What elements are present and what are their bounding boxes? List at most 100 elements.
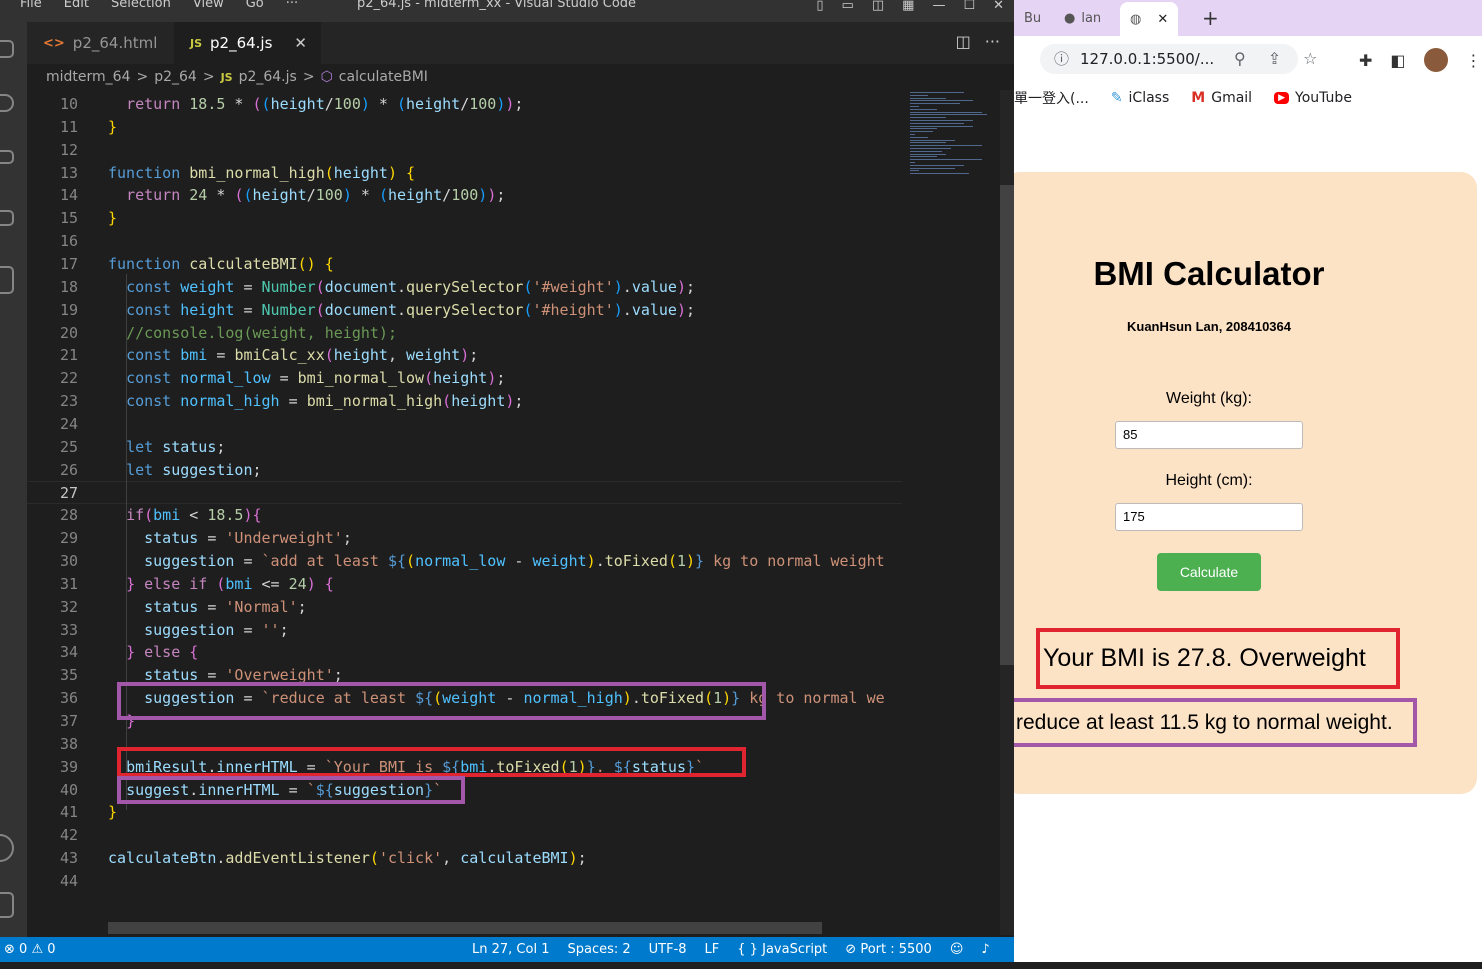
settings-gear-icon[interactable]: [0, 892, 14, 918]
split-icon[interactable]: ◫: [872, 0, 884, 13]
code-line[interactable]: 30 suggestion = `add at least ${(normal_…: [27, 550, 902, 573]
code-line[interactable]: 21 const bmi = bmiCalc_xx(height, weight…: [27, 344, 902, 367]
bookmark-gmail[interactable]: M Gmail: [1191, 90, 1252, 106]
menu-edit[interactable]: Edit: [64, 0, 89, 11]
close-window-icon[interactable]: ✕: [993, 0, 1004, 13]
code-line[interactable]: 24: [27, 413, 902, 436]
code-line[interactable]: 18 const weight = Number(document.queryS…: [27, 276, 902, 299]
code-line[interactable]: 42: [27, 824, 902, 847]
share-icon[interactable]: ⇪: [1268, 49, 1281, 68]
code-line[interactable]: 28 if(bmi < 18.5){: [27, 504, 902, 527]
code-line[interactable]: 25 let status;: [27, 436, 902, 459]
cursor-position[interactable]: Ln 27, Col 1: [472, 937, 549, 962]
code-line[interactable]: 16: [27, 230, 902, 253]
js-file-icon: JS: [190, 36, 203, 50]
tab-p2-64-js[interactable]: JS p2_64.js ✕: [174, 22, 321, 64]
code-line[interactable]: 26 let suggestion;: [27, 459, 902, 482]
bookmark-star-icon[interactable]: ☆: [1303, 49, 1317, 68]
breadcrumb-subfolder[interactable]: p2_64: [154, 69, 197, 85]
code-line[interactable]: 33 suggestion = '';: [27, 619, 902, 642]
layout-grid-icon[interactable]: ▦: [902, 0, 914, 13]
code-line[interactable]: 31 } else if (bmi <= 24) {: [27, 573, 902, 596]
code-line[interactable]: 17 function calculateBMI() {: [27, 253, 902, 276]
problems-indicator[interactable]: ⊗ 0 ⚠ 0: [4, 937, 56, 962]
layout-icon[interactable]: ▯: [816, 0, 823, 13]
code-line[interactable]: 12: [27, 139, 902, 162]
browser-tab-active[interactable]: ◍ ✕: [1120, 2, 1179, 36]
feedback-icon[interactable]: ☺: [950, 937, 964, 962]
code-editor[interactable]: 44 43 calculateBtn.addEventListener('click…: [27, 90, 902, 935]
scrollbar-thumb[interactable]: [1000, 185, 1014, 665]
code-line[interactable]: 41}: [27, 801, 902, 824]
code-line[interactable]: 27: [27, 481, 902, 505]
breadcrumb-symbol[interactable]: calculateBMI: [339, 69, 428, 85]
code-line[interactable]: 14 return 24 * ((height/100) * (height/1…: [27, 184, 902, 207]
minimap[interactable]: [902, 90, 1000, 935]
weight-input[interactable]: 85: [1115, 421, 1303, 449]
encoding[interactable]: UTF-8: [649, 937, 687, 962]
code-line[interactable]: 10 return 18.5 * ((height/100) * (height…: [27, 93, 902, 116]
line-ending[interactable]: LF: [705, 937, 720, 962]
code-line[interactable]: 44: [27, 870, 902, 893]
iclass-icon: ✎: [1110, 90, 1123, 106]
side-panel-icon[interactable]: ◧: [1390, 51, 1405, 70]
code-line[interactable]: 43 calculateBtn.addEventListener('click',…: [27, 847, 902, 870]
info-icon[interactable]: ⓘ: [1054, 44, 1069, 74]
vertical-scrollbar[interactable]: [1000, 90, 1014, 935]
code-line[interactable]: 39 bmiResult.innerHTML = `Your BMI is ${…: [27, 756, 902, 779]
run-debug-icon[interactable]: [0, 210, 14, 226]
menu-view[interactable]: View: [193, 0, 224, 11]
breadcrumb-folder[interactable]: midterm_64: [46, 69, 130, 85]
bookmark-iclass[interactable]: ✎ iClass: [1111, 90, 1169, 106]
menu-more[interactable]: ···: [286, 0, 298, 11]
extensions-puzzle-icon[interactable]: ✚: [1359, 51, 1372, 70]
code-line[interactable]: 29 status = 'Underweight';: [27, 527, 902, 550]
new-tab-button[interactable]: +: [1202, 5, 1219, 31]
avatar[interactable]: [1423, 48, 1448, 72]
code-line[interactable]: 11}: [27, 116, 902, 139]
bookmark-youtube[interactable]: ▶ YouTube: [1274, 90, 1352, 106]
menu-dots-icon[interactable]: ⋮: [1466, 51, 1482, 70]
code-line[interactable]: 23 const normal_high = bmi_normal_high(h…: [27, 390, 902, 413]
explorer-icon[interactable]: [0, 40, 14, 58]
code-line[interactable]: 20 //console.log(weight, height);: [27, 322, 902, 345]
height-input[interactable]: 175: [1115, 503, 1303, 531]
language-mode[interactable]: { } JavaScript: [737, 937, 827, 962]
code-line[interactable]: 15}: [27, 207, 902, 230]
maximize-icon[interactable]: ☐: [963, 0, 975, 13]
menu-file[interactable]: File: [20, 0, 42, 11]
code-line[interactable]: 34 } else {: [27, 641, 902, 664]
code-line[interactable]: 38: [27, 733, 902, 756]
code-line[interactable]: 13 function bmi_normal_high(height) {: [27, 162, 902, 185]
bookmark-sso[interactable]: 單一登入(...: [1014, 88, 1089, 108]
menu-go[interactable]: Go: [246, 0, 264, 11]
code-line[interactable]: 37 }: [27, 710, 902, 733]
code-line[interactable]: 22 const normal_low = bmi_normal_low(hei…: [27, 367, 902, 390]
horizontal-scrollbar[interactable]: [108, 922, 822, 934]
code-line[interactable]: 19 const height = Number(document.queryS…: [27, 299, 902, 322]
code-line[interactable]: 36 suggestion = `reduce at least ${(weig…: [27, 687, 902, 710]
search-icon[interactable]: [0, 94, 14, 112]
panel-icon[interactable]: ▭: [842, 0, 854, 13]
calculate-button[interactable]: Calculate: [1157, 553, 1261, 591]
menu-selection[interactable]: Selection: [111, 0, 171, 11]
minimize-icon[interactable]: —: [932, 0, 945, 13]
code-line[interactable]: 40 suggest.innerHTML = `${suggestion}`: [27, 779, 902, 802]
live-server-port[interactable]: ⊘ Port : 5500: [845, 937, 932, 962]
zoom-icon[interactable]: ⚲: [1234, 49, 1246, 68]
close-tab-icon[interactable]: ✕: [294, 34, 307, 52]
indentation[interactable]: Spaces: 2: [567, 937, 630, 962]
source-control-icon[interactable]: [0, 150, 14, 164]
code-line[interactable]: 32 status = 'Normal';: [27, 596, 902, 619]
extensions-icon[interactable]: [0, 266, 14, 294]
code-line[interactable]: 35 status = 'Overweight';: [27, 664, 902, 687]
tab-p2-64-html[interactable]: <> p2_64.html: [27, 22, 174, 64]
more-actions-icon[interactable]: ···: [985, 32, 1000, 51]
breadcrumb-file[interactable]: p2_64.js: [239, 69, 297, 85]
browser-tab-github[interactable]: ● lan: [1064, 5, 1101, 31]
browser-tab-bu[interactable]: Bu: [1024, 5, 1041, 31]
account-icon[interactable]: [0, 834, 14, 862]
close-tab-icon[interactable]: ✕: [1157, 12, 1168, 27]
notifications-bell-icon[interactable]: ♪: [981, 937, 989, 962]
split-editor-icon[interactable]: ◫: [956, 32, 971, 51]
